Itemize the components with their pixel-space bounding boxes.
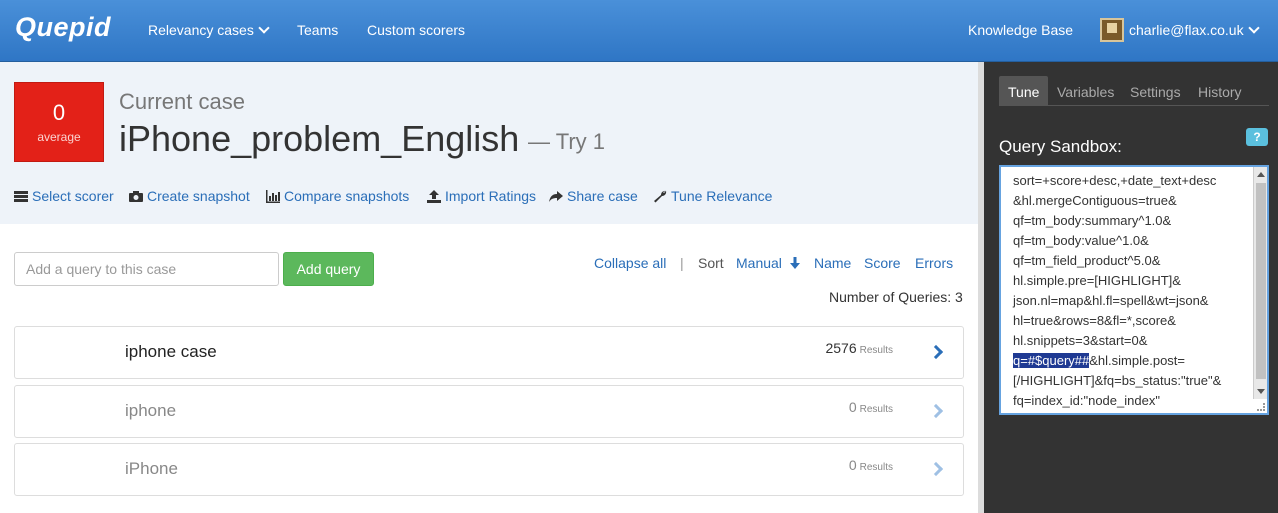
sort-manual-label: Manual (736, 255, 782, 271)
help-icon[interactable]: ? (1246, 128, 1268, 146)
result-count-value: 0 (848, 457, 857, 473)
user-email: charlie@flax.co.uk (1129, 22, 1244, 38)
query-result-count: 2576 Results (825, 340, 893, 356)
collapse-all-link[interactable]: Collapse all (594, 255, 666, 271)
nav-teams[interactable]: Teams (297, 22, 338, 38)
case-name[interactable]: iPhone_problem_English (119, 118, 519, 160)
share-case-label: Share case (567, 188, 638, 204)
select-scorer-link[interactable]: Select scorer (14, 188, 114, 204)
tab-settings[interactable]: Settings (1121, 76, 1190, 105)
results-label: Results (859, 404, 893, 415)
avatar[interactable] (1100, 18, 1124, 42)
tab-tune[interactable]: Tune (999, 76, 1049, 105)
query-row[interactable]: iphone case 2576 Results (14, 326, 964, 379)
brand-logo[interactable]: Quepid (15, 12, 111, 43)
result-count-value: 0 (848, 399, 857, 415)
create-snapshot-link[interactable]: Create snapshot (129, 188, 250, 204)
camera-icon (129, 190, 143, 202)
add-query-input[interactable] (14, 252, 279, 286)
nav-knowledge-base[interactable]: Knowledge Base (968, 22, 1073, 38)
sort-name-link[interactable]: Name (814, 255, 851, 271)
upload-icon (427, 189, 441, 203)
toolbar-separator: | (680, 255, 684, 271)
query-sandbox-label: Query Sandbox: (999, 137, 1122, 156)
query-result-count: 0 Results (849, 457, 893, 473)
results-label: Results (859, 345, 893, 356)
tab-underline (999, 105, 1269, 106)
query-result-count: 0 Results (849, 399, 893, 415)
add-query-button[interactable]: Add query (283, 252, 374, 286)
current-case-label: Current case (119, 89, 245, 114)
sandbox-selected-text: q=#$query## (1013, 353, 1090, 368)
tab-history[interactable]: History (1189, 76, 1251, 105)
sandbox-text-pre: sort=+score+desc,+date_text+desc &hl.mer… (1013, 173, 1217, 348)
case-score-badge: 0 average (14, 82, 104, 162)
tune-relevance-link[interactable]: Tune Relevance (653, 188, 772, 204)
nav-relevancy-cases-label: Relevancy cases (148, 22, 254, 38)
number-of-queries: Number of Queries: 3 (829, 289, 963, 305)
sandbox-scrollbar[interactable] (1253, 167, 1267, 399)
chevron-right-icon[interactable] (928, 344, 944, 360)
nav-custom-scorers[interactable]: Custom scorers (367, 22, 465, 38)
case-score-label: average (37, 130, 81, 144)
select-scorer-label: Select scorer (32, 188, 114, 204)
query-text: iPhone (125, 459, 178, 478)
user-menu[interactable]: charlie@flax.co.uk (1129, 22, 1260, 38)
compare-snapshots-link[interactable]: Compare snapshots (266, 188, 409, 204)
wrench-icon (654, 190, 667, 202)
query-text: iphone case (125, 342, 217, 361)
resize-grip-icon[interactable] (1257, 403, 1265, 411)
sort-errors-link[interactable]: Errors (915, 255, 953, 271)
bar-chart-icon (266, 189, 280, 203)
create-snapshot-label: Create snapshot (147, 188, 250, 204)
sort-manual-link[interactable]: Manual (736, 255, 800, 271)
chevron-right-icon[interactable] (928, 461, 944, 477)
result-count-value: 2576 (825, 340, 857, 356)
share-icon (549, 190, 563, 202)
tab-variables[interactable]: Variables (1048, 76, 1123, 105)
tune-relevance-label: Tune Relevance (671, 188, 773, 204)
list-icon (14, 190, 28, 202)
share-case-link[interactable]: Share case (549, 188, 638, 204)
compare-snapshots-label: Compare snapshots (284, 188, 410, 204)
top-navbar: Quepid Relevancy cases Teams Custom scor… (0, 0, 1278, 62)
case-score-value: 0 (52, 100, 66, 125)
scroll-up-icon[interactable] (1257, 172, 1265, 177)
query-text: iphone (125, 401, 177, 420)
import-ratings-label: Import Ratings (445, 188, 537, 204)
sort-label: Sort (698, 255, 724, 271)
chevron-right-icon[interactable] (928, 403, 944, 419)
chevron-down-icon (258, 22, 270, 34)
query-row[interactable]: iPhone 0 Results (14, 443, 964, 496)
query-sandbox-text: sort=+score+desc,+date_text+desc &hl.mer… (1013, 171, 1253, 411)
chevron-down-icon (1247, 22, 1260, 34)
arrow-down-icon (789, 257, 800, 269)
scroll-down-icon[interactable] (1257, 389, 1265, 394)
try-label[interactable]: — Try 1 (528, 129, 605, 155)
sort-score-link[interactable]: Score (864, 255, 901, 271)
nav-relevancy-cases[interactable]: Relevancy cases (148, 22, 270, 38)
query-row[interactable]: iphone 0 Results (14, 385, 964, 438)
query-sandbox-textarea[interactable]: sort=+score+desc,+date_text+desc &hl.mer… (999, 165, 1269, 415)
results-label: Results (859, 462, 893, 473)
import-ratings-link[interactable]: Import Ratings (427, 188, 536, 204)
scroll-thumb[interactable] (1256, 183, 1266, 379)
